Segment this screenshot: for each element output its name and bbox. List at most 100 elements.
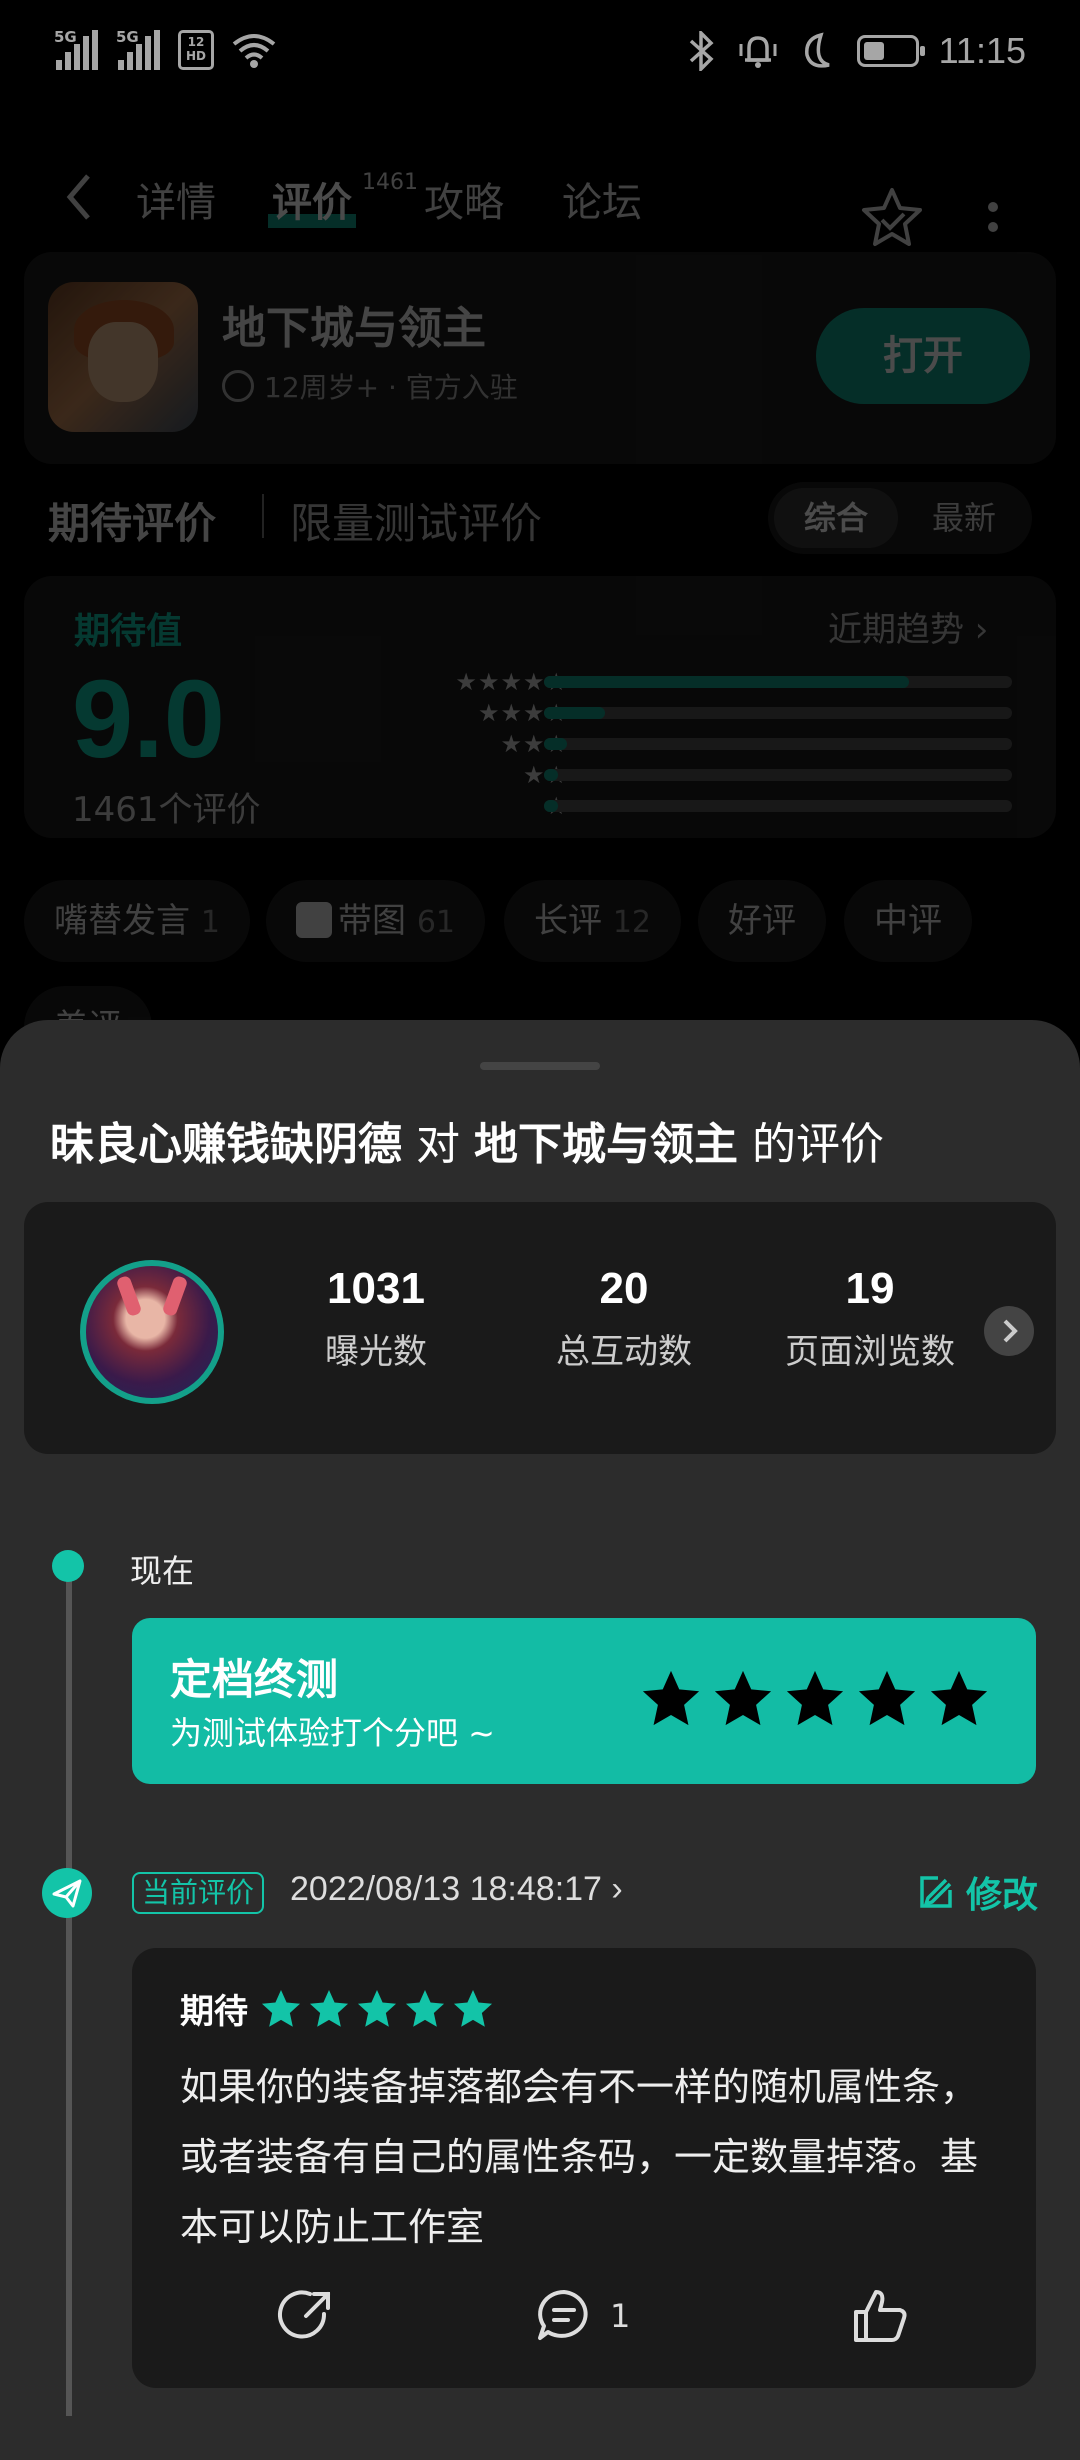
current-review-badge: 当前评价 [132,1872,265,1914]
score-card: 期待值 近期趋势 › 9.0 1461个评价 ★★★★★★★★★★★★★★★ [24,576,1056,838]
review-star-icon [405,1989,445,2027]
sort-toggle: 综合 最新 [768,482,1032,554]
battery-icon [856,35,925,67]
expect-label: 期待值 [74,611,183,652]
chip-long[interactable]: 长评 12 [504,880,681,962]
wifi-icon [232,34,276,68]
review-star-icon [261,1989,301,2027]
expect-score: 9.0 [72,658,225,781]
stat-interactions: 20 总互动数 [556,1264,692,1372]
review-date-link[interactable]: 2022/08/13 18:48:17 › [290,1870,623,1909]
rating-star-input [640,1668,990,1730]
review-count: 1461个评价 [72,790,261,830]
timeline-dot [52,1550,84,1582]
bluetooth-icon [689,31,714,71]
drag-handle[interactable] [480,1062,600,1070]
rating-star-icon[interactable] [712,1668,774,1730]
rating-bar-fill [544,707,605,719]
tab-limited-test-reviews[interactable]: 限量测试评价 [290,490,542,551]
rating-star-icon[interactable] [856,1668,918,1730]
comment-icon [538,2290,588,2340]
back-icon[interactable] [64,172,94,222]
rating-bar-fill [544,800,559,812]
rating-bar-track [544,769,1012,781]
hd-voice-icon: 12 HD [178,30,214,70]
more-vert-icon[interactable] [988,202,998,242]
review-header: 期待 [180,1984,494,2033]
top-nav: 详情 评价 1461 攻略 论坛 [0,150,1080,250]
rating-bar-track [544,676,1012,688]
verified-check-icon [222,370,254,402]
review-stars [260,1988,494,2030]
thumbs-up-icon [854,2290,907,2342]
avatar [80,1260,224,1404]
recent-trend-link[interactable]: 近期趋势 › [828,602,988,651]
rating-bar-fill [544,738,568,750]
rating-bar-row: ★★★★★ [378,668,1038,699]
open-game-button[interactable]: 打开 [816,308,1030,404]
now-label: 现在 [130,1552,195,1590]
rating-bar-row: ★★★ [378,730,1038,761]
review-detail-sheet: 昧良心赚钱缺阴德 对 地下城与领主 的评价 1031 曝光数 20 总互动数 1… [0,1020,1080,2460]
rating-star-icon[interactable] [640,1668,702,1730]
share-button[interactable] [276,2284,340,2348]
stat-impressions: 1031 曝光数 [325,1264,427,1372]
review-card: 期待 如果你的装备掉落都会有不一样的随机属性条，或者装备有自己的属性条码，一定数… [132,1948,1036,2388]
rating-bar-track [544,738,1012,750]
tab-forum[interactable]: 论坛 [562,170,642,228]
cell-signal-icon-2: 5G [116,28,160,70]
rating-bar-row: ★★★★ [378,699,1038,730]
chevron-right-icon[interactable] [984,1306,1034,1356]
rating-star-icon[interactable] [784,1668,846,1730]
game-meta: 12周岁+ · 官方入驻 [222,366,518,406]
rating-bar-fill [544,769,559,781]
rating-distribution: ★★★★★★★★★★★★★★★ [378,668,1038,823]
review-actions: 1 [132,2284,1036,2364]
review-text: 如果你的装备掉落都会有不一样的随机属性条，或者装备有自己的属性条码，一定数量掉落… [180,2065,979,2249]
like-button[interactable] [848,2284,912,2348]
rating-bar-fill [544,676,910,688]
do-not-disturb-moon-icon [804,32,830,68]
sort-latest[interactable]: 最新 [902,488,1026,548]
vibrate-bell-icon [739,36,777,68]
sort-overall[interactable]: 综合 [774,488,898,548]
game-name: 地下城与领主 [222,303,486,354]
edit-review-button[interactable]: 修改 [916,1866,1038,1918]
timeline-line [66,1556,72,2416]
game-card: 地下城与领主 12周岁+ · 官方入驻 打开 [24,252,1056,464]
comment-button[interactable]: 1 [532,2284,630,2348]
rating-bar-track [544,800,1012,812]
rating-bar-row: ★★ [378,761,1038,792]
chip-neutral[interactable]: 中评 [844,880,972,962]
game-reviews-page: 详情 评价 1461 攻略 论坛 地下城与领主 12周岁+ · 官方入驻 打开 … [0,110,1080,1068]
comment-count: 1 [610,2297,631,2335]
divider [262,494,264,538]
review-star-icon [309,1989,349,2027]
game-app-icon [48,282,198,432]
cell-signal-icon: 5G [54,28,98,70]
rating-bar-row: ★ [378,792,1038,823]
chip-quote[interactable]: 嘴替发言 1 [24,880,250,962]
status-bar: 5G 5G 12 HD 11:15 [0,0,1080,110]
image-icon [296,902,332,938]
edit-icon [920,1876,952,1908]
tab-details[interactable]: 详情 [136,170,216,228]
tab-guides[interactable]: 攻略 [424,170,504,228]
rating-bar-track [544,707,1012,719]
stats-card[interactable]: 1031 曝光数 20 总互动数 19 页面浏览数 [24,1202,1056,1454]
rating-star-icon[interactable] [928,1668,990,1730]
status-time: 11:15 [938,30,1026,71]
review-star-icon [357,1989,397,2027]
share-icon [278,2290,330,2339]
tab-expect-reviews[interactable]: 期待评价 [48,490,216,551]
review-star-icon [453,1989,493,2027]
paper-plane-icon [42,1868,92,1918]
stat-page-views: 19 页面浏览数 [785,1264,955,1372]
chip-positive[interactable]: 好评 [698,880,826,962]
chip-with-images[interactable]: 带图 61 [266,880,485,962]
rate-final-test-banner: 定档终测 为测试体验打个分吧 ~ [132,1618,1036,1784]
tab-reviews[interactable]: 评价 [268,170,356,228]
review-count-badge: 1461 [362,170,418,195]
sheet-title: 昧良心赚钱缺阴德 对 地下城与领主 的评价 [50,1119,884,1170]
star-outline-icon[interactable] [860,186,924,250]
